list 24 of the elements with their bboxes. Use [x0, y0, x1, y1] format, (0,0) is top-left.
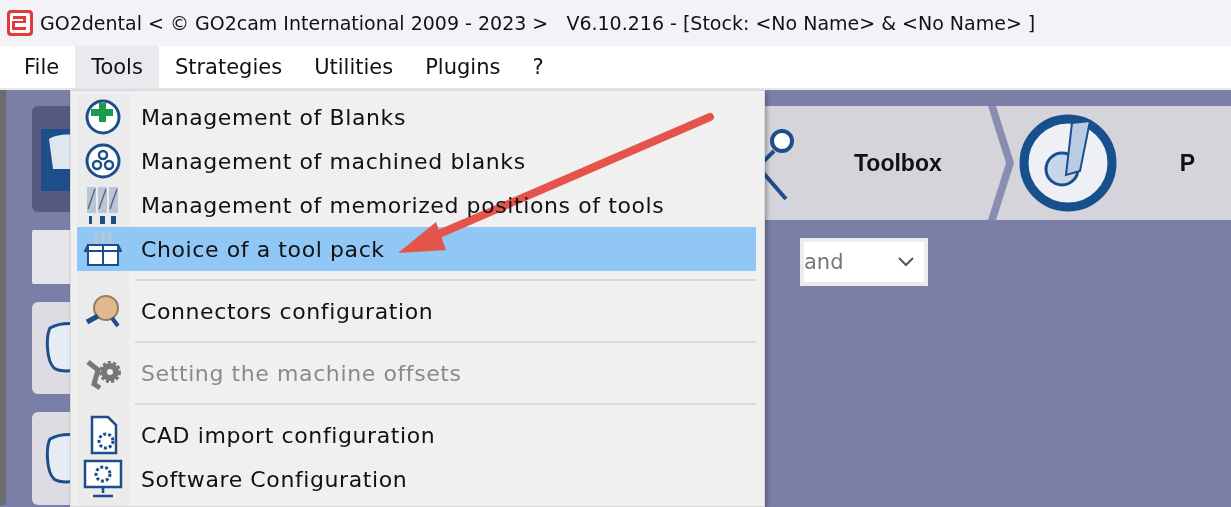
- menu-item[interactable]: Utilities: [298, 46, 410, 88]
- toolbar-label[interactable]: Toolbox: [854, 149, 942, 177]
- menu-item[interactable]: Management of Blanks: [77, 95, 756, 139]
- box-icon: [84, 229, 122, 269]
- caret-icon: [898, 257, 914, 267]
- menu-item[interactable]: ?: [516, 46, 560, 88]
- app-logo-icon: [6, 9, 34, 37]
- menu-item[interactable]: Strategies: [158, 46, 299, 88]
- menu-item[interactable]: Management of machined blanks: [77, 139, 756, 183]
- tool-disk-icon: [1017, 113, 1118, 213]
- menu-item[interactable]: Choice of a tool pack: [77, 227, 756, 271]
- monitor-gear-icon: [83, 459, 123, 499]
- toolbar-label[interactable]: P: [1179, 149, 1196, 177]
- window-title: GO2dental < © GO2cam International 2009 - 2023 > V6.10.216 - [Stock: <No Name> & <No Name> ]: [40, 12, 1036, 34]
- menu-item[interactable]: Software Configuration: [77, 457, 756, 501]
- menu-item[interactable]: Connectors configuration: [77, 289, 756, 333]
- menu-item[interactable]: Tools: [75, 46, 159, 88]
- menu-item[interactable]: CAD import configuration: [77, 413, 756, 457]
- menu-item[interactable]: File: [8, 46, 76, 88]
- magnifier-icon: [84, 292, 122, 330]
- dropdown-field[interactable]: and: [800, 238, 928, 286]
- plus-circle-icon: [84, 98, 122, 136]
- three-circles-icon: [84, 142, 122, 180]
- menu-item[interactable]: Plugins: [409, 46, 517, 88]
